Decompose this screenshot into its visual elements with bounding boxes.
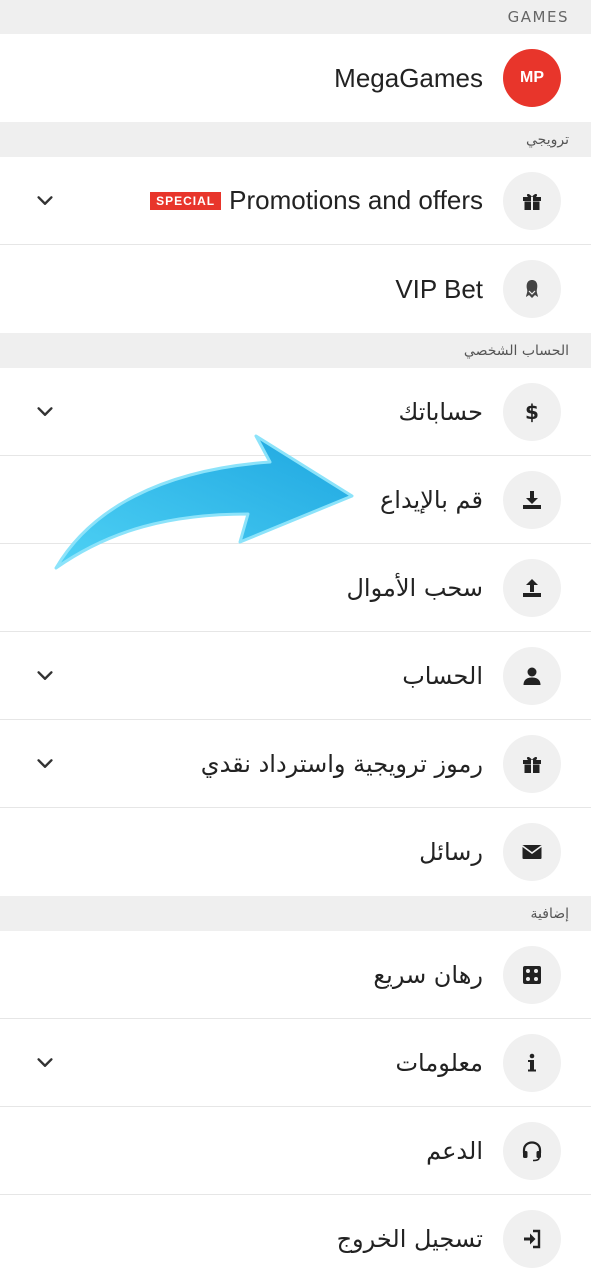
menu-item-quick-bet[interactable]: رهان سريع bbox=[0, 931, 591, 1019]
chevron-down-icon[interactable] bbox=[34, 1052, 56, 1074]
brand-row[interactable]: MegaGames MP bbox=[0, 34, 591, 122]
vip-icon bbox=[503, 260, 561, 318]
section-header-personal: الحساب الشخصي bbox=[0, 333, 591, 368]
menu-item-support[interactable]: الدعم bbox=[0, 1107, 591, 1195]
section-header-games: GAMES bbox=[0, 0, 591, 34]
gift-icon bbox=[503, 171, 561, 230]
dice-icon bbox=[503, 945, 561, 1004]
menu-item-promotions[interactable]: SPECIAL Promotions and offers bbox=[0, 157, 591, 245]
menu-item-label: تسجيل الخروج bbox=[336, 1225, 483, 1253]
section-title-promo: ترويجي bbox=[526, 131, 569, 148]
special-badge: SPECIAL bbox=[150, 191, 222, 210]
user-icon bbox=[503, 646, 561, 705]
menu-item-label: قم بالإيداع bbox=[379, 485, 483, 514]
menu-item-label: معلومات bbox=[395, 1048, 483, 1077]
info-icon bbox=[503, 1033, 561, 1092]
menu-item-label: حساباتك bbox=[398, 397, 483, 426]
brand-name: MegaGames bbox=[334, 62, 483, 93]
menu-item-label: Promotions and offers bbox=[229, 185, 483, 215]
menu-item-label: سحب الأموال bbox=[346, 573, 483, 602]
menu-item-vip-bet[interactable]: VIP Bet bbox=[0, 245, 591, 333]
menu-item-label: الدعم bbox=[426, 1136, 483, 1165]
section-title-games: GAMES bbox=[507, 8, 569, 26]
menu-item-label: VIP Bet bbox=[395, 273, 483, 304]
chevron-down-icon[interactable] bbox=[34, 753, 56, 775]
chevron-down-icon[interactable] bbox=[34, 401, 56, 423]
menu-item-info[interactable]: معلومات bbox=[0, 1019, 591, 1107]
headset-icon bbox=[503, 1121, 561, 1180]
menu-item-label: رهان سريع bbox=[373, 960, 483, 989]
gift-icon bbox=[503, 734, 561, 793]
section-title-personal: الحساب الشخصي bbox=[463, 342, 569, 359]
menu-item-logout[interactable]: تسجيل الخروج bbox=[0, 1195, 591, 1280]
logout-icon bbox=[503, 1210, 561, 1268]
withdraw-icon bbox=[503, 558, 561, 617]
menu-item-label: رسائل bbox=[419, 838, 483, 866]
chevron-down-icon[interactable] bbox=[34, 190, 56, 212]
section-header-promo: ترويجي bbox=[0, 122, 591, 157]
brand-logo: MP bbox=[503, 49, 561, 107]
menu-item-label: الحساب bbox=[402, 661, 483, 690]
menu-item-label: رموز ترويجية واسترداد نقدي bbox=[200, 749, 483, 778]
section-header-extra: إضافية bbox=[0, 896, 591, 931]
menu-item-account[interactable]: الحساب bbox=[0, 632, 591, 720]
menu-item-messages[interactable]: رسائل bbox=[0, 808, 591, 896]
svg-text:$: $ bbox=[525, 400, 539, 424]
menu-item-promo-codes[interactable]: رموز ترويجية واسترداد نقدي bbox=[0, 720, 591, 808]
menu-item-deposit[interactable]: قم بالإيداع bbox=[0, 456, 591, 544]
menu-item-accounts[interactable]: حساباتك $ bbox=[0, 368, 591, 456]
dollar-icon: $ bbox=[503, 382, 561, 441]
chevron-down-icon[interactable] bbox=[34, 665, 56, 687]
envelope-icon bbox=[503, 823, 561, 881]
menu-item-withdraw[interactable]: سحب الأموال bbox=[0, 544, 591, 632]
section-title-extra: إضافية bbox=[530, 905, 569, 922]
deposit-icon bbox=[503, 470, 561, 529]
